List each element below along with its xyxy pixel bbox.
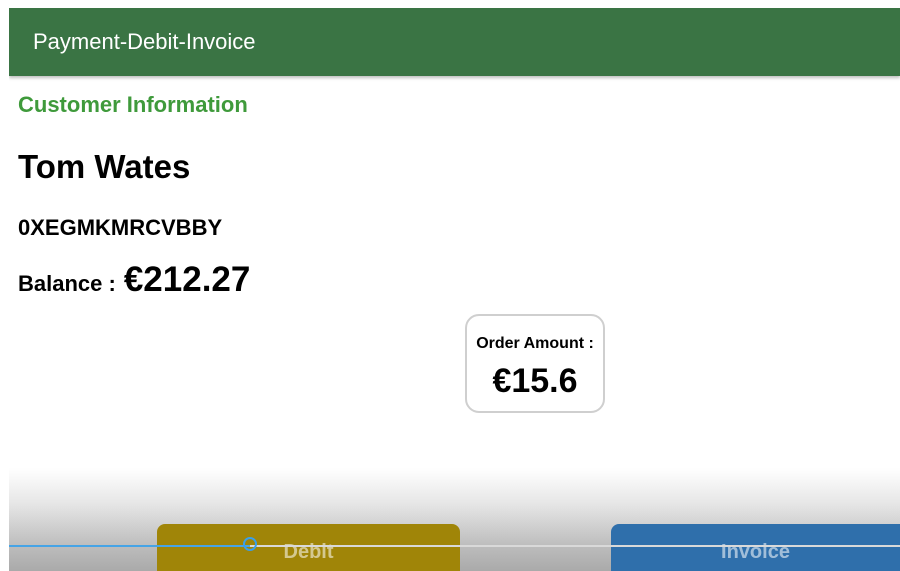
balance-row: Balance : €212.27	[18, 260, 250, 304]
slider-fill	[9, 545, 250, 547]
slider-thumb[interactable]	[243, 537, 257, 551]
order-amount-value: €15.6	[492, 362, 578, 400]
order-amount-card: Order Amount : €15.6	[465, 314, 605, 413]
action-panel: Debit Invoice	[9, 468, 900, 571]
app-bar: Payment-Debit-Invoice	[9, 8, 900, 76]
order-amount-label: Order Amount :	[476, 335, 594, 352]
customer-id: 0XEGMKMRCVBBY	[18, 215, 223, 240]
customer-name: Tom Wates	[18, 148, 191, 185]
section-title-customer-information: Customer Information	[18, 92, 248, 117]
app-title: Payment-Debit-Invoice	[33, 29, 256, 54]
invoice-button[interactable]: Invoice	[611, 524, 900, 571]
balance-label: Balance :	[18, 271, 116, 296]
debit-button[interactable]: Debit	[157, 524, 460, 571]
balance-value: €212.27	[123, 260, 251, 299]
screen: Payment-Debit-Invoice Customer Informati…	[9, 8, 900, 571]
